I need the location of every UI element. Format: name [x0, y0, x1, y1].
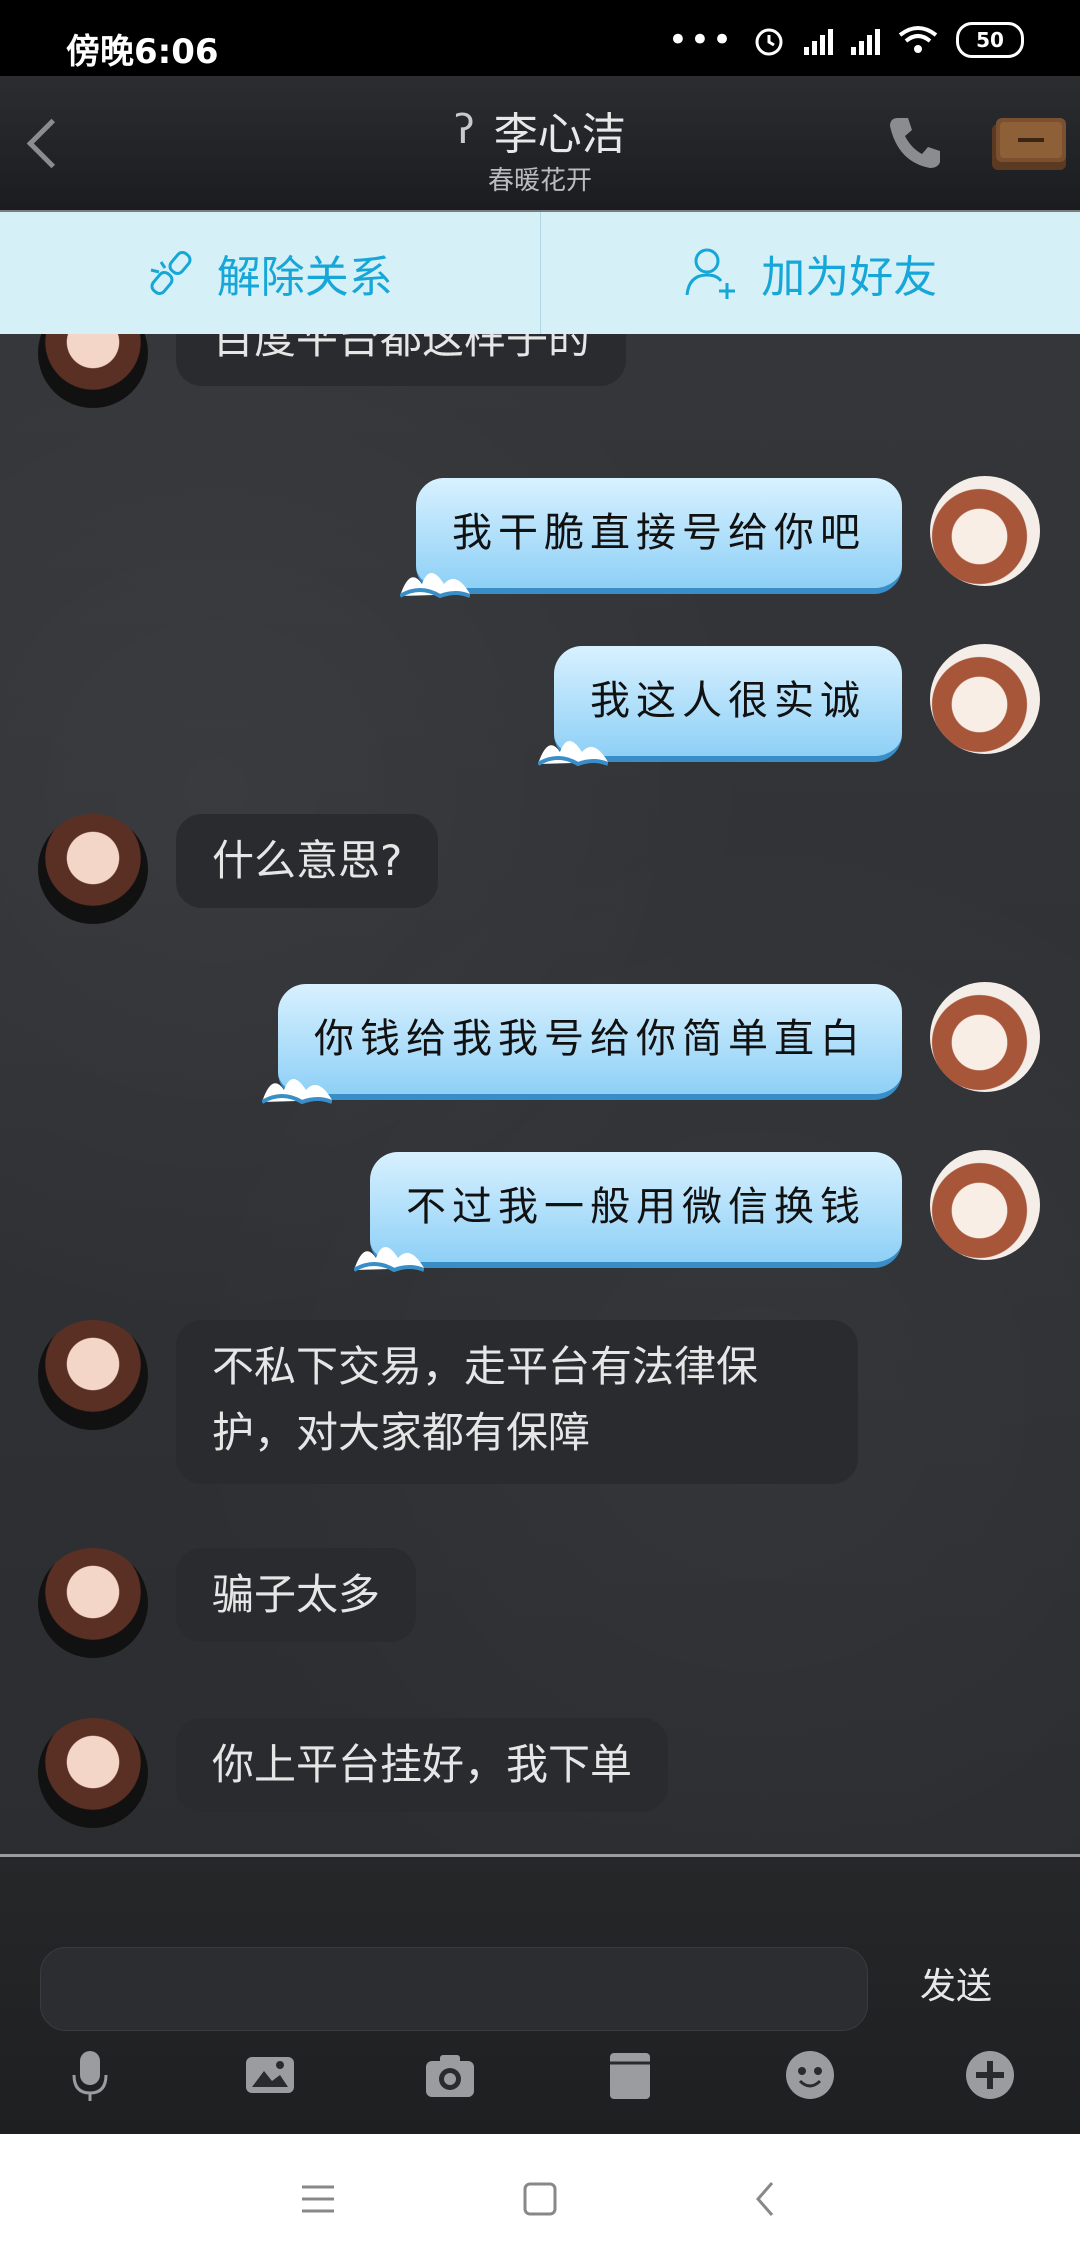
alarm-icon [755, 28, 783, 56]
status-icons: ••• 50 [668, 22, 1024, 58]
file-icon[interactable] [602, 2047, 658, 2103]
more-dots-icon: ••• [667, 20, 734, 60]
message-bubble[interactable]: 不私下交易，走平台有法律保护，对大家都有保障 [176, 1320, 858, 1484]
contact-avatar[interactable] [38, 1320, 148, 1430]
home-icon[interactable] [520, 2179, 560, 2219]
wave-decoration [400, 573, 470, 599]
self-avatar[interactable] [930, 644, 1040, 754]
phone-icon[interactable] [884, 112, 944, 172]
unbind-label: 解除关系 [216, 252, 393, 303]
hd-signal-icon [804, 25, 833, 55]
message-bubble[interactable]: 我这人很实诚 [538, 646, 902, 767]
emoji-icon[interactable] [782, 2047, 838, 2103]
contact-name: 李心洁 [493, 109, 626, 160]
message-bubble[interactable]: 骗子太多 [176, 1548, 417, 1642]
message-text: 我这人很实诚 [590, 678, 866, 724]
chat-header: ʔ 李心洁 春暖花开 [0, 76, 1080, 212]
chat-area[interactable]: 百度平台都这样子的 我干脆直接号给你吧 我这人很实诚 什么意思? 你钱给我我号给… [0, 334, 1080, 1854]
self-avatar[interactable] [930, 476, 1040, 586]
status-bar: 傍晚6:06 ••• 50 [0, 0, 1080, 76]
book-icon[interactable] [988, 112, 1070, 174]
message-bubble[interactable]: 你上平台挂好，我下单 [176, 1718, 669, 1812]
contact-avatar[interactable] [38, 1718, 148, 1828]
ear-icon: ʔ [454, 107, 475, 153]
signal-icon [851, 25, 880, 55]
status-time: 傍晚6:06 [66, 32, 219, 72]
mic-icon[interactable] [62, 2047, 118, 2103]
unbind-button[interactable]: 解除关系 [0, 212, 540, 334]
add-user-icon [685, 248, 736, 299]
send-button[interactable]: 发送 [920, 1957, 992, 2009]
battery-indicator: 50 [956, 22, 1024, 58]
contact-avatar[interactable] [38, 1548, 148, 1658]
add-friend-label: 加为好友 [761, 252, 938, 303]
message-bubble[interactable]: 什么意思? [176, 814, 439, 908]
system-nav-bar [0, 2134, 1080, 2264]
contact-avatar[interactable] [38, 334, 148, 408]
message-bubble[interactable]: 你钱给我我号给你简单直白 [262, 984, 902, 1105]
message-input[interactable] [40, 1947, 868, 2031]
wifi-icon [898, 26, 938, 53]
message-bubble[interactable]: 我干脆直接号给你吧 [400, 478, 902, 599]
broken-link-icon [150, 251, 192, 295]
wave-decoration [354, 1247, 424, 1273]
contact-avatar[interactable] [38, 814, 148, 924]
wave-decoration [262, 1079, 332, 1105]
message-text: 你钱给我我号给你简单直白 [314, 1016, 866, 1062]
plus-icon[interactable] [962, 2047, 1018, 2103]
message-bubble[interactable]: 不过我一般用微信换钱 [354, 1152, 902, 1273]
back-nav-icon[interactable] [746, 2179, 786, 2219]
self-avatar[interactable] [930, 1150, 1040, 1260]
self-avatar[interactable] [930, 982, 1040, 1092]
action-bar: 解除关系 加为好友 [0, 212, 1080, 334]
menu-icon[interactable] [298, 2179, 338, 2219]
add-friend-button[interactable]: 加为好友 [539, 212, 1080, 334]
message-text: 我干脆直接号给你吧 [452, 510, 866, 556]
message-bubble[interactable]: 百度平台都这样子的 [176, 334, 627, 386]
camera-icon[interactable] [422, 2047, 478, 2103]
sticker-icon[interactable] [242, 2047, 298, 2103]
message-text: 不过我一般用微信换钱 [406, 1184, 866, 1230]
input-area: 发送 [0, 1854, 1080, 2137]
wave-decoration [538, 741, 608, 767]
